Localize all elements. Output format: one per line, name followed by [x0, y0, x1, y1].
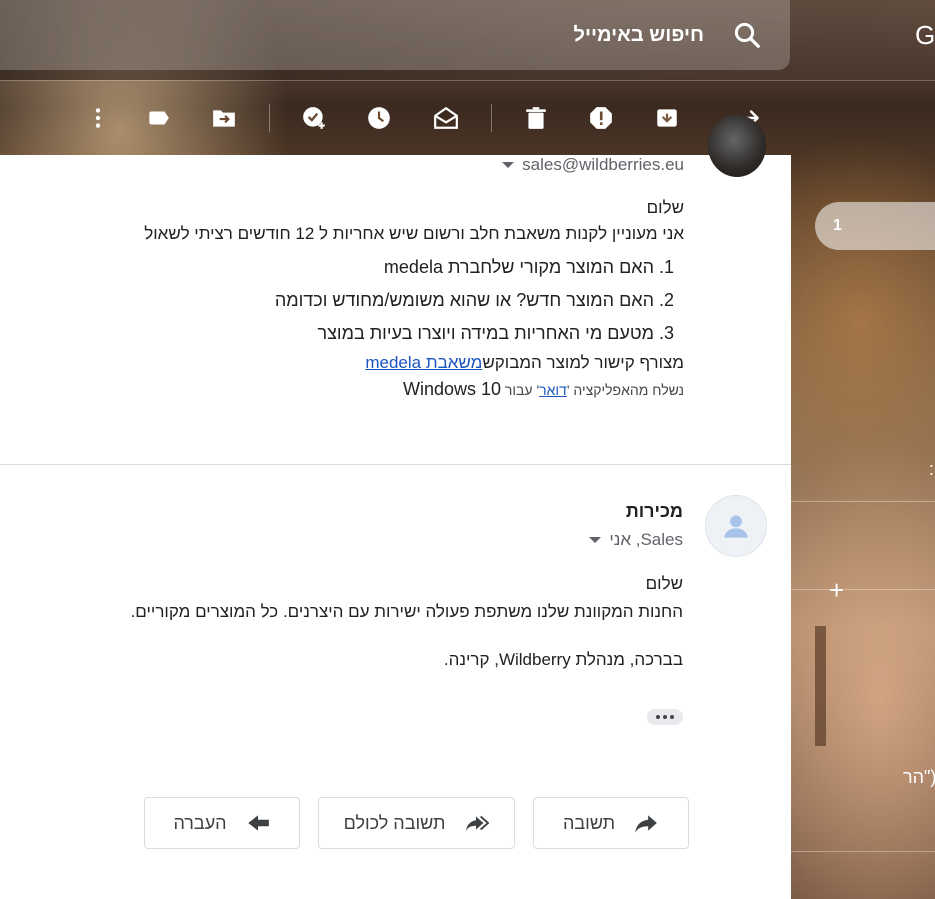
partial-label: הר") — [903, 767, 935, 787]
sender-avatar[interactable] — [708, 115, 766, 177]
dot — [656, 715, 660, 719]
list-item: האם המוצר חדש? או שהוא משומש/מחודש וכדומ… — [4, 284, 654, 317]
move-to-icon[interactable] — [208, 102, 240, 134]
mail-app-link[interactable]: דואר — [539, 382, 567, 398]
signature: בברכה, מנהלת Wildberry, קרינה. — [443, 650, 683, 669]
archive-icon[interactable] — [651, 102, 683, 134]
chevron-down-icon[interactable] — [589, 537, 602, 543]
search-input[interactable]: חיפוש באימייל — [574, 24, 704, 47]
add-icon[interactable]: + — [829, 575, 844, 606]
question-list: האם המוצר מקורי שלחברת medela האם המוצר … — [4, 251, 684, 350]
more-options-icon[interactable] — [82, 102, 114, 134]
toolbar-divider — [491, 104, 492, 132]
sent-from-prefix: נשלח מהאפליקציה ' — [566, 382, 684, 398]
greeting: שלום — [645, 574, 683, 593]
side-mark: : — [929, 459, 935, 479]
sent-from-line: נשלח מהאפליקציה 'דואר' עבור Windows 10 — [4, 376, 684, 403]
reply-icon — [635, 815, 657, 833]
dot — [670, 715, 674, 719]
reply-all-label: תשובה לכולם — [343, 812, 446, 833]
account-logo[interactable]: G — [915, 20, 935, 51]
forward-label: העברה — [173, 812, 227, 833]
sender-email: sales@wildberries.eu — [522, 155, 684, 174]
panel-scrollbar[interactable] — [815, 626, 826, 746]
reply-all-icon — [466, 815, 490, 832]
greeting: שלום — [646, 198, 684, 217]
product-link[interactable]: משאבת medela — [365, 353, 482, 372]
label-icon[interactable] — [142, 102, 174, 134]
message-body-1: שלום אני מעוניין לקנות משאבת חלב ורשום ש… — [4, 195, 684, 403]
search-bar[interactable]: חיפוש באימייל — [0, 0, 790, 70]
toolbar-divider — [269, 104, 270, 132]
reply-label: תשובה — [562, 812, 616, 833]
add-to-tasks-icon[interactable] — [298, 102, 330, 134]
snooze-icon[interactable] — [363, 102, 395, 134]
right-side-panel: 1 : + הר") — [791, 81, 935, 899]
panel-divider — [791, 501, 935, 502]
report-spam-icon[interactable] — [585, 102, 617, 134]
mark-unread-icon[interactable] — [430, 102, 462, 134]
os-name: Windows 10 — [403, 379, 502, 399]
person-icon — [724, 515, 748, 538]
chevron-down-icon[interactable] — [502, 162, 515, 168]
dot — [663, 715, 667, 719]
forward-icon — [247, 815, 269, 831]
body-line: החנות המקוונת שלנו משתפת פעולה ישירות עם… — [130, 602, 683, 621]
message-toolbar — [0, 90, 790, 146]
conversation-count: 1 — [833, 217, 842, 234]
message-divider — [0, 464, 791, 465]
sender-avatar[interactable] — [705, 495, 767, 557]
recipients: Sales, אני — [609, 530, 683, 549]
delete-icon[interactable] — [520, 102, 552, 134]
link-prefix: מצורף קישור למוצר המבוקש — [482, 353, 684, 372]
recipients-line[interactable]: Sales, אני — [589, 530, 683, 550]
message-body-2: שלום החנות המקוונת שלנו משתפת פעולה ישיר… — [0, 570, 683, 674]
list-item: מטעם מי האחריות במידה ויוצרו בעיות במוצר — [4, 317, 655, 350]
link-line: מצורף קישור למוצר המבוקשמשאבת medela — [4, 350, 684, 376]
sender-name: מכירות — [625, 501, 683, 521]
intro-text: אני מעוניין לקנות משאבת חלב ורשום שיש אח… — [144, 224, 684, 243]
list-item: האם המוצר מקורי שלחברת medela — [4, 251, 654, 284]
reply-button[interactable]: תשובה — [533, 797, 689, 849]
forward-button[interactable]: העברה — [144, 797, 300, 849]
sender-email-line[interactable]: sales@wildberries.eu — [502, 155, 684, 175]
panel-divider — [791, 851, 935, 852]
message-panel: sales@wildberries.eu שלום אני מעוניין לק… — [0, 115, 791, 899]
panel-divider — [791, 589, 935, 590]
show-trimmed-content-button[interactable] — [647, 709, 683, 725]
reply-all-button[interactable]: תשובה לכולם — [318, 797, 515, 849]
search-icon[interactable] — [732, 20, 762, 50]
sent-from-mid: ' עבור — [501, 382, 540, 398]
